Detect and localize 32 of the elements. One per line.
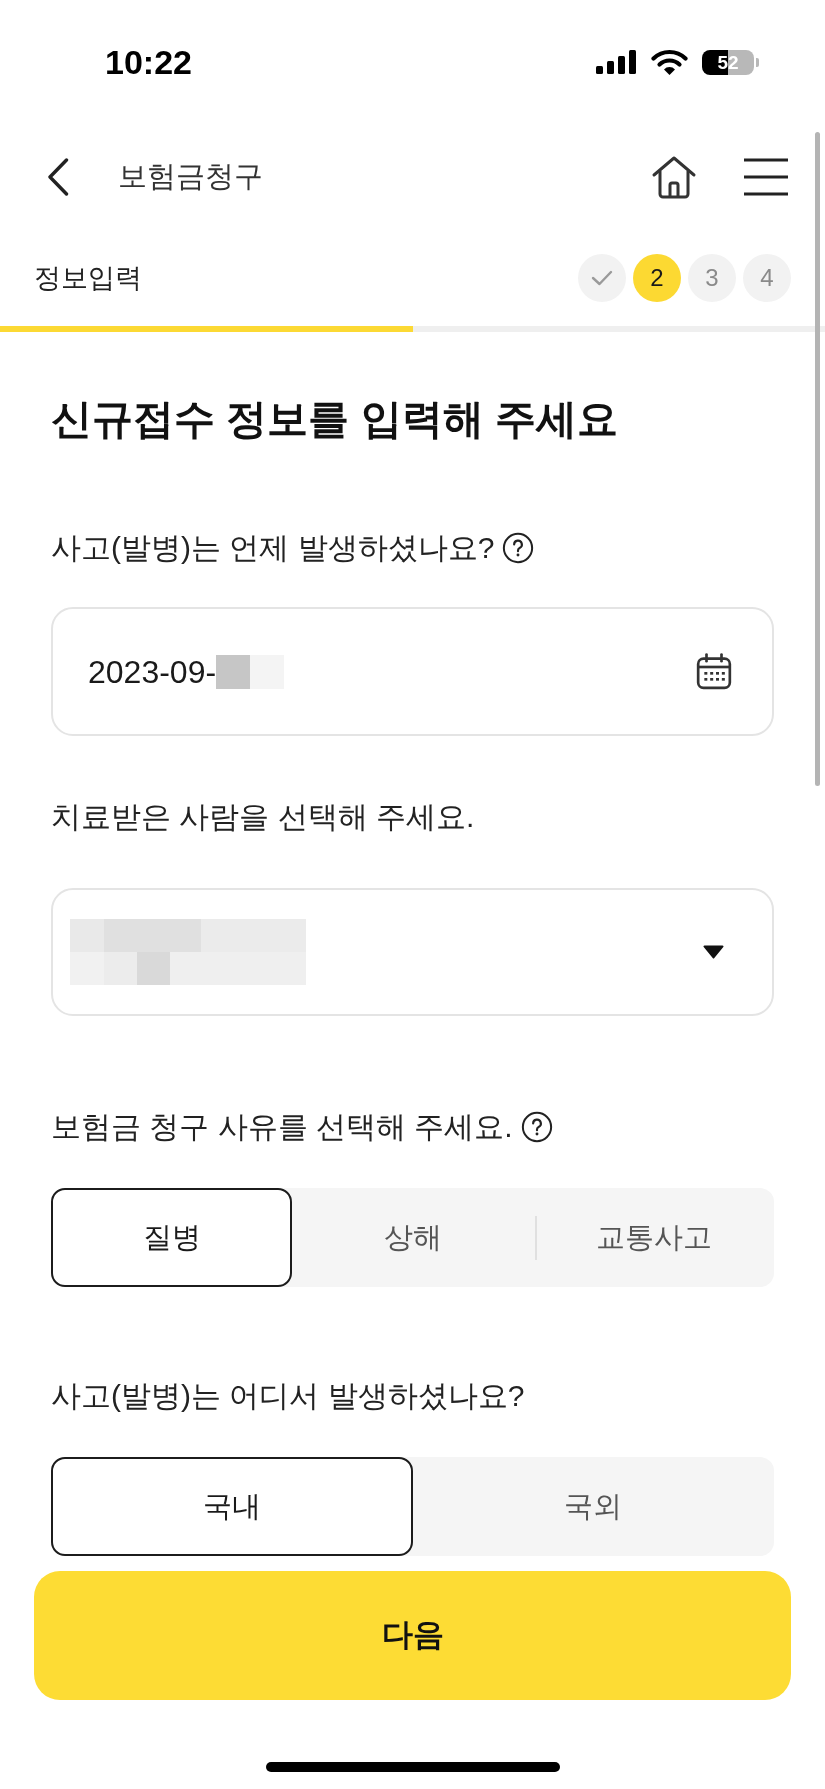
segment-option[interactable]: 국내 <box>51 1457 413 1556</box>
date-field[interactable]: 2023-09- <box>51 607 774 736</box>
step-title: 정보입력 <box>34 261 142 295</box>
step-indicator: 4 <box>743 254 791 302</box>
status-time: 10:22 <box>105 41 192 83</box>
segment-option[interactable]: 상해 <box>292 1188 533 1287</box>
check-icon <box>591 270 613 286</box>
calendar-icon <box>694 651 734 692</box>
menu-button[interactable] <box>743 158 789 196</box>
dropdown-caret-icon <box>703 945 724 959</box>
wifi-icon <box>651 49 688 75</box>
help-icon[interactable] <box>520 1111 553 1143</box>
help-icon[interactable] <box>502 532 535 564</box>
signal-icon <box>596 50 637 74</box>
question-label: 보험금 청구 사유를 선택해 주세요. <box>51 1109 513 1145</box>
segment-option[interactable]: 교통사고 <box>533 1188 774 1287</box>
segment-option[interactable]: 질병 <box>51 1188 292 1287</box>
segment-option[interactable]: 국외 <box>412 1457 774 1556</box>
home-icon <box>651 155 697 199</box>
next-button[interactable]: 다음 <box>34 1571 791 1700</box>
back-icon <box>47 158 69 196</box>
step-indicator: 3 <box>688 254 736 302</box>
step-indicator: 2 <box>633 254 681 302</box>
question-label: 치료받은 사람을 선택해 주세요. <box>51 799 475 835</box>
question-label: 사고(발병)는 언제 발생하셨나요? <box>51 530 495 566</box>
battery-percentage: 52 <box>717 52 739 72</box>
home-button[interactable] <box>651 155 697 199</box>
form-heading: 신규접수 정보를 입력해 주세요 <box>51 395 620 444</box>
select-field[interactable] <box>51 888 774 1016</box>
page-title: 보험금청구 <box>118 159 263 195</box>
question-label: 사고(발병)는 어디서 발생하셨나요? <box>51 1378 525 1414</box>
menu-icon <box>743 158 789 196</box>
